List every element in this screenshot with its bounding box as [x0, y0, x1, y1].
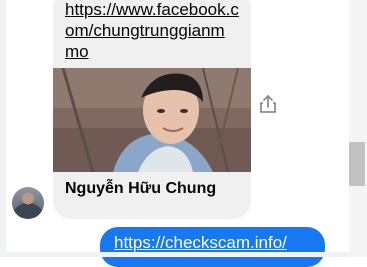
profile-preview-image[interactable]: [53, 68, 251, 172]
bottom-gutter: [0, 252, 349, 257]
scrollbar-thumb[interactable]: [349, 142, 365, 186]
shared-link[interactable]: https://www.facebook.c om/chungtrunggian…: [65, 0, 243, 62]
link-preview-card[interactable]: https://www.facebook.c om/chungtrunggian…: [53, 0, 251, 219]
profile-name: Nguyễn Hữu Chung: [65, 180, 217, 197]
shared-link-line-2[interactable]: om/chungtrunggianm: [65, 20, 243, 41]
shared-link-line-1[interactable]: https://www.facebook.c: [65, 0, 243, 20]
left-gutter: [0, 0, 6, 257]
share-icon[interactable]: [259, 94, 277, 114]
scrollbar-track[interactable]: [349, 0, 367, 257]
sender-avatar[interactable]: [12, 187, 44, 219]
shared-link-line-3[interactable]: mo: [65, 41, 243, 62]
outgoing-message-bubble[interactable]: https://checkscam.info/: [100, 227, 325, 267]
outgoing-message-link[interactable]: https://checkscam.info/: [114, 233, 287, 253]
